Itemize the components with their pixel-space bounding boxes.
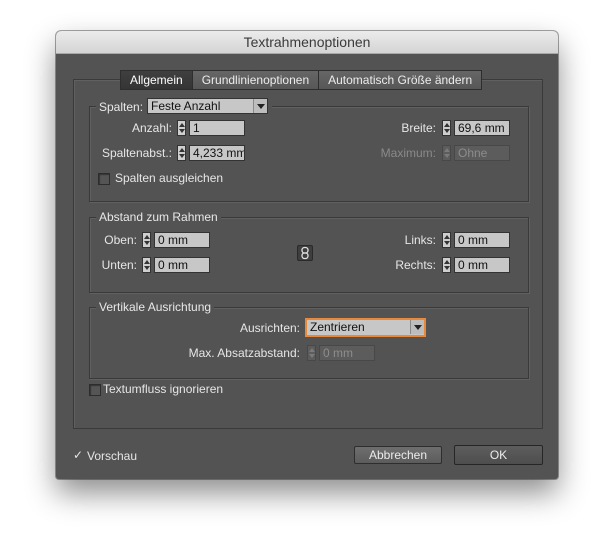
- columns-count-label: Anzahl:: [131, 121, 172, 135]
- cancel-button[interactable]: Abbrechen: [354, 446, 442, 464]
- max-paragraph-spacing-input: 0 mm: [319, 345, 375, 361]
- dialog-window: Textrahmenoptionen Allgemein Grundlinien…: [56, 31, 558, 479]
- inset-right-input[interactable]: 0 mm: [454, 257, 510, 273]
- inset-bottom-label: Unten:: [101, 258, 137, 272]
- inset-top-stepper[interactable]: [142, 232, 151, 248]
- tab-bar: Allgemein Grundlinienoptionen Automatisc…: [120, 70, 483, 90]
- inset-left-input[interactable]: 0 mm: [454, 232, 510, 248]
- vertical-alignment-group: [89, 307, 529, 379]
- columns-count-input[interactable]: 1: [189, 120, 245, 136]
- window-title: Textrahmenoptionen: [56, 31, 558, 54]
- columns-type-select[interactable]: Feste Anzahl: [147, 98, 268, 114]
- preview-label: Vorschau: [87, 449, 138, 463]
- align-label: Ausrichten:: [239, 321, 300, 335]
- columns-gutter-label: Spaltenabst.:: [101, 146, 172, 160]
- vertical-alignment-legend: Vertikale Ausrichtung: [96, 300, 215, 314]
- ok-button[interactable]: OK: [454, 445, 543, 465]
- columns-type-value: Feste Anzahl: [151, 99, 221, 113]
- inset-top-input[interactable]: 0 mm: [154, 232, 210, 248]
- align-select[interactable]: Zentrieren: [306, 319, 425, 336]
- ignore-text-wrap-label: Textumfluss ignorieren: [103, 382, 224, 396]
- chevron-down-icon: [410, 320, 424, 334]
- balance-columns-checkbox[interactable]: [98, 173, 110, 185]
- align-select-value: Zentrieren: [310, 320, 365, 334]
- inset-bottom-stepper[interactable]: [142, 257, 151, 273]
- chain-link-icon[interactable]: [297, 245, 313, 261]
- columns-maximum-label: Maximum:: [380, 146, 436, 160]
- columns-width-input[interactable]: 69,6 mm: [454, 120, 510, 136]
- preview-checkmark-icon[interactable]: ✓: [73, 449, 83, 461]
- ignore-text-wrap-checkbox[interactable]: [89, 384, 101, 396]
- tab-baseline-options[interactable]: Grundlinienoptionen: [192, 71, 320, 89]
- balance-columns-label: Spalten ausgleichen: [115, 171, 224, 185]
- columns-count-stepper[interactable]: [177, 120, 186, 136]
- columns-gutter-stepper[interactable]: [177, 145, 186, 161]
- inset-left-stepper[interactable]: [442, 232, 451, 248]
- columns-width-label: Breite:: [401, 121, 436, 135]
- columns-legend-label: Spalten:: [99, 100, 144, 114]
- max-paragraph-spacing-label: Max. Absatzabstand:: [188, 346, 300, 360]
- tab-general[interactable]: Allgemein: [121, 71, 193, 89]
- columns-gutter-input[interactable]: 4,233 mm: [189, 145, 245, 161]
- inset-bottom-input[interactable]: 0 mm: [154, 257, 210, 273]
- columns-width-stepper[interactable]: [442, 120, 451, 136]
- max-paragraph-spacing-stepper: [307, 345, 316, 361]
- columns-maximum-input: Ohne: [454, 145, 510, 161]
- chevron-down-icon: [253, 99, 267, 113]
- inset-left-label: Links:: [404, 233, 436, 247]
- inset-legend: Abstand zum Rahmen: [96, 210, 221, 224]
- inset-right-stepper[interactable]: [442, 257, 451, 273]
- tab-auto-size[interactable]: Automatisch Größe ändern: [319, 71, 482, 89]
- inset-right-label: Rechts:: [395, 258, 436, 272]
- inset-top-label: Oben:: [104, 233, 137, 247]
- columns-maximum-stepper: [442, 145, 451, 161]
